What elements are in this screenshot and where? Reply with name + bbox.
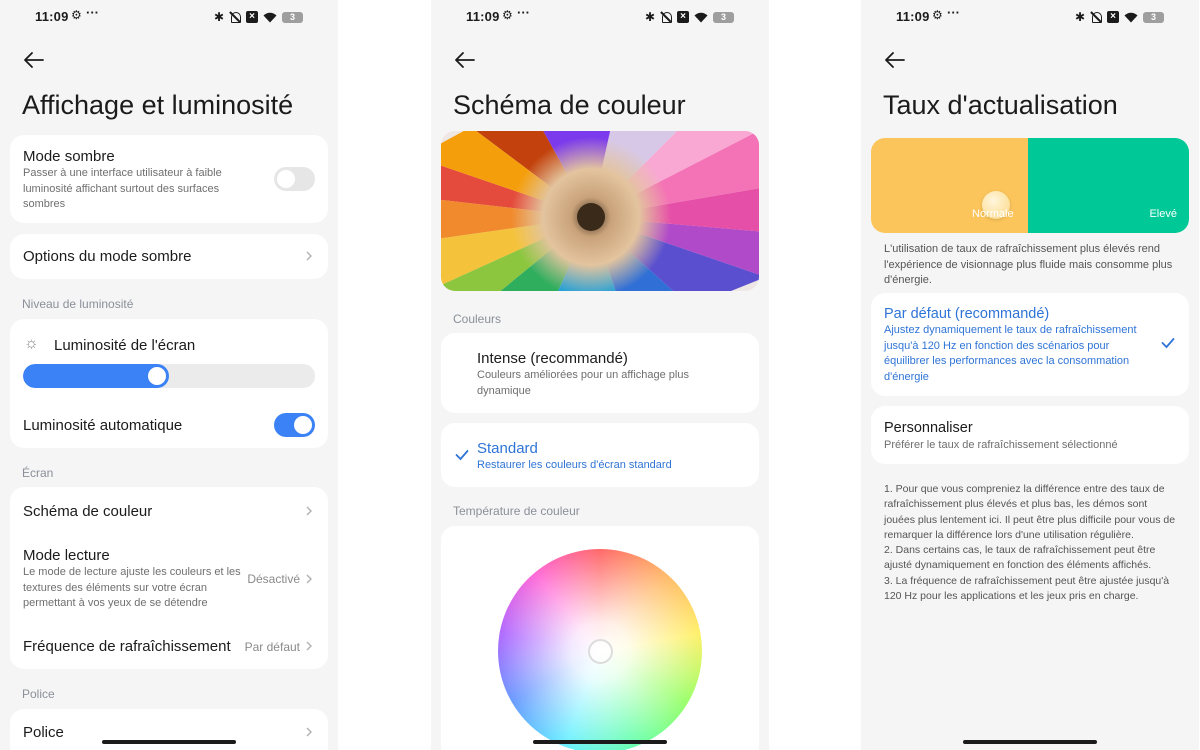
back-arrow-icon[interactable] bbox=[22, 50, 46, 70]
mute-icon bbox=[660, 11, 672, 23]
custom-rate-description: Préférer le taux de rafraîchissement sél… bbox=[884, 439, 1118, 451]
intense-option-title: Intense (recommandé) bbox=[477, 350, 628, 367]
page-title: Affichage et luminosité bbox=[22, 90, 294, 120]
screen-section-label: Écran bbox=[22, 466, 54, 480]
reading-mode-item[interactable]: Mode lecture Le mode de lecture ajuste l… bbox=[10, 537, 328, 615]
dark-mode-options-label: Options du mode sombre bbox=[23, 248, 192, 265]
home-indicator[interactable] bbox=[963, 740, 1097, 744]
checkmark-icon bbox=[1161, 338, 1175, 349]
color-picker-handle[interactable] bbox=[588, 639, 613, 664]
dark-mode-description: Passer à une interface utilisateur à fai… bbox=[23, 167, 222, 210]
color-scheme-screen: 11:09 ⚙ ··· ✱ × 3 Schéma de couleur Coul… bbox=[431, 0, 769, 750]
page-title: Schéma de couleur bbox=[453, 90, 686, 120]
chevron-right-icon bbox=[304, 506, 314, 516]
wifi-icon bbox=[263, 12, 277, 22]
chevron-right-icon bbox=[304, 574, 314, 584]
intense-option-description: Couleurs améliorées pour un affichage pl… bbox=[477, 369, 689, 397]
bluetooth-icon: ✱ bbox=[213, 10, 224, 24]
status-time: 11:09 bbox=[466, 9, 500, 24]
dark-mode-toggle[interactable] bbox=[274, 167, 315, 191]
font-section-label: Police bbox=[22, 687, 55, 701]
default-rate-description: Ajustez dynamiquement le taux de rafraîc… bbox=[884, 324, 1137, 383]
brightness-section-label: Niveau de luminosité bbox=[22, 297, 134, 311]
custom-rate-title: Personnaliser bbox=[884, 420, 973, 436]
wifi-icon bbox=[1124, 12, 1138, 22]
home-indicator[interactable] bbox=[102, 740, 236, 744]
settings-notification-icon: ⚙ bbox=[932, 8, 943, 22]
high-rate-label: Elevé bbox=[1149, 208, 1177, 220]
no-sim-icon: × bbox=[246, 11, 258, 23]
refresh-rate-label: Fréquence de rafraîchissement bbox=[23, 638, 231, 655]
dark-mode-options-item[interactable]: Options du mode sombre bbox=[10, 234, 328, 279]
refresh-rate-demo: Normale Elevé bbox=[871, 138, 1189, 233]
colors-section-label: Couleurs bbox=[453, 312, 502, 326]
reading-mode-description: Le mode de lecture ajuste les couleurs e… bbox=[23, 566, 241, 609]
bluetooth-icon: ✱ bbox=[1074, 10, 1085, 24]
refresh-rate-notes: 1. Pour que vous compreniez la différenc… bbox=[884, 483, 1176, 603]
reading-mode-value: Désactivé bbox=[247, 572, 300, 586]
more-notifications-icon: ··· bbox=[86, 5, 99, 20]
default-rate-title: Par défaut (recommandé) bbox=[884, 306, 1050, 322]
refresh-rate-item[interactable]: Fréquence de rafraîchissement Par défaut bbox=[10, 623, 328, 669]
reading-mode-label: Mode lecture bbox=[23, 547, 110, 564]
chevron-right-icon bbox=[304, 251, 314, 261]
sun-icon: ☼ bbox=[24, 335, 39, 352]
brightness-card: ☼ Luminosité de l'écran Luminosité autom… bbox=[10, 319, 328, 448]
page-title: Taux d'actualisation bbox=[883, 90, 1118, 120]
standard-option-description: Restaurer les couleurs d'écran standard bbox=[477, 459, 672, 471]
status-time: 11:09 bbox=[896, 9, 930, 24]
no-sim-icon: × bbox=[1107, 11, 1119, 23]
back-arrow-icon[interactable] bbox=[453, 50, 477, 70]
mute-icon bbox=[1090, 11, 1102, 23]
back-arrow-icon[interactable] bbox=[883, 50, 907, 70]
default-rate-option[interactable]: Par défaut (recommandé) Ajustez dynamiqu… bbox=[871, 293, 1189, 396]
no-sim-icon: × bbox=[677, 11, 689, 23]
settings-notification-icon: ⚙ bbox=[71, 8, 82, 22]
dark-mode-title: Mode sombre bbox=[23, 148, 115, 165]
standard-option-title: Standard bbox=[477, 440, 538, 457]
color-temperature-wheel[interactable] bbox=[498, 549, 702, 750]
checkmark-icon bbox=[455, 450, 469, 461]
chevron-right-icon bbox=[304, 641, 314, 651]
dark-mode-card[interactable]: Mode sombre Passer à une interface utili… bbox=[10, 135, 328, 223]
screen-brightness-label: Luminosité de l'écran bbox=[54, 337, 196, 354]
refresh-rate-screen: 11:09 ⚙ ··· ✱ × 3 Taux d'actualisation N… bbox=[861, 0, 1199, 750]
more-notifications-icon: ··· bbox=[517, 5, 530, 20]
status-bar: 11:09 ⚙ ··· ✱ × 3 bbox=[0, 5, 338, 25]
home-indicator[interactable] bbox=[533, 740, 667, 744]
intense-option[interactable]: Intense (recommandé) Couleurs améliorées… bbox=[441, 333, 759, 413]
normal-rate-label: Normale bbox=[972, 208, 1014, 220]
standard-option[interactable]: Standard Restaurer les couleurs d'écran … bbox=[441, 423, 759, 487]
custom-rate-option[interactable]: Personnaliser Préférer le taux de rafraî… bbox=[871, 406, 1189, 464]
screen-card: Schéma de couleur Mode lecture Le mode d… bbox=[10, 487, 328, 669]
refresh-rate-value: Par défaut bbox=[244, 640, 300, 654]
bluetooth-icon: ✱ bbox=[644, 10, 655, 24]
color-temperature-card bbox=[441, 526, 759, 750]
battery-icon: 3 bbox=[1143, 11, 1164, 23]
battery-icon: 3 bbox=[282, 11, 303, 23]
wifi-icon bbox=[694, 12, 708, 22]
status-bar: 11:09 ⚙ ··· ✱ × 3 bbox=[431, 5, 769, 25]
color-scheme-item[interactable]: Schéma de couleur bbox=[10, 487, 328, 533]
battery-icon: 3 bbox=[713, 11, 734, 23]
mute-icon bbox=[229, 11, 241, 23]
auto-brightness-label: Luminosité automatique bbox=[23, 417, 183, 434]
chevron-right-icon bbox=[304, 727, 314, 737]
refresh-rate-intro: L'utilisation de taux de rafraîchissemen… bbox=[884, 243, 1173, 286]
color-scheme-label: Schéma de couleur bbox=[23, 503, 153, 520]
more-notifications-icon: ··· bbox=[947, 5, 960, 20]
display-brightness-screen: 11:09 ⚙ ··· ✱ × 3 Affichage et luminosit… bbox=[0, 0, 338, 750]
settings-notification-icon: ⚙ bbox=[502, 8, 513, 22]
status-time: 11:09 bbox=[35, 9, 69, 24]
auto-brightness-toggle[interactable] bbox=[274, 413, 315, 437]
status-bar: 11:09 ⚙ ··· ✱ × 3 bbox=[861, 5, 1199, 25]
color-pencils-preview-image bbox=[441, 131, 759, 291]
temperature-section-label: Température de couleur bbox=[453, 504, 580, 518]
font-label: Police bbox=[23, 724, 64, 741]
brightness-slider[interactable] bbox=[23, 364, 315, 388]
